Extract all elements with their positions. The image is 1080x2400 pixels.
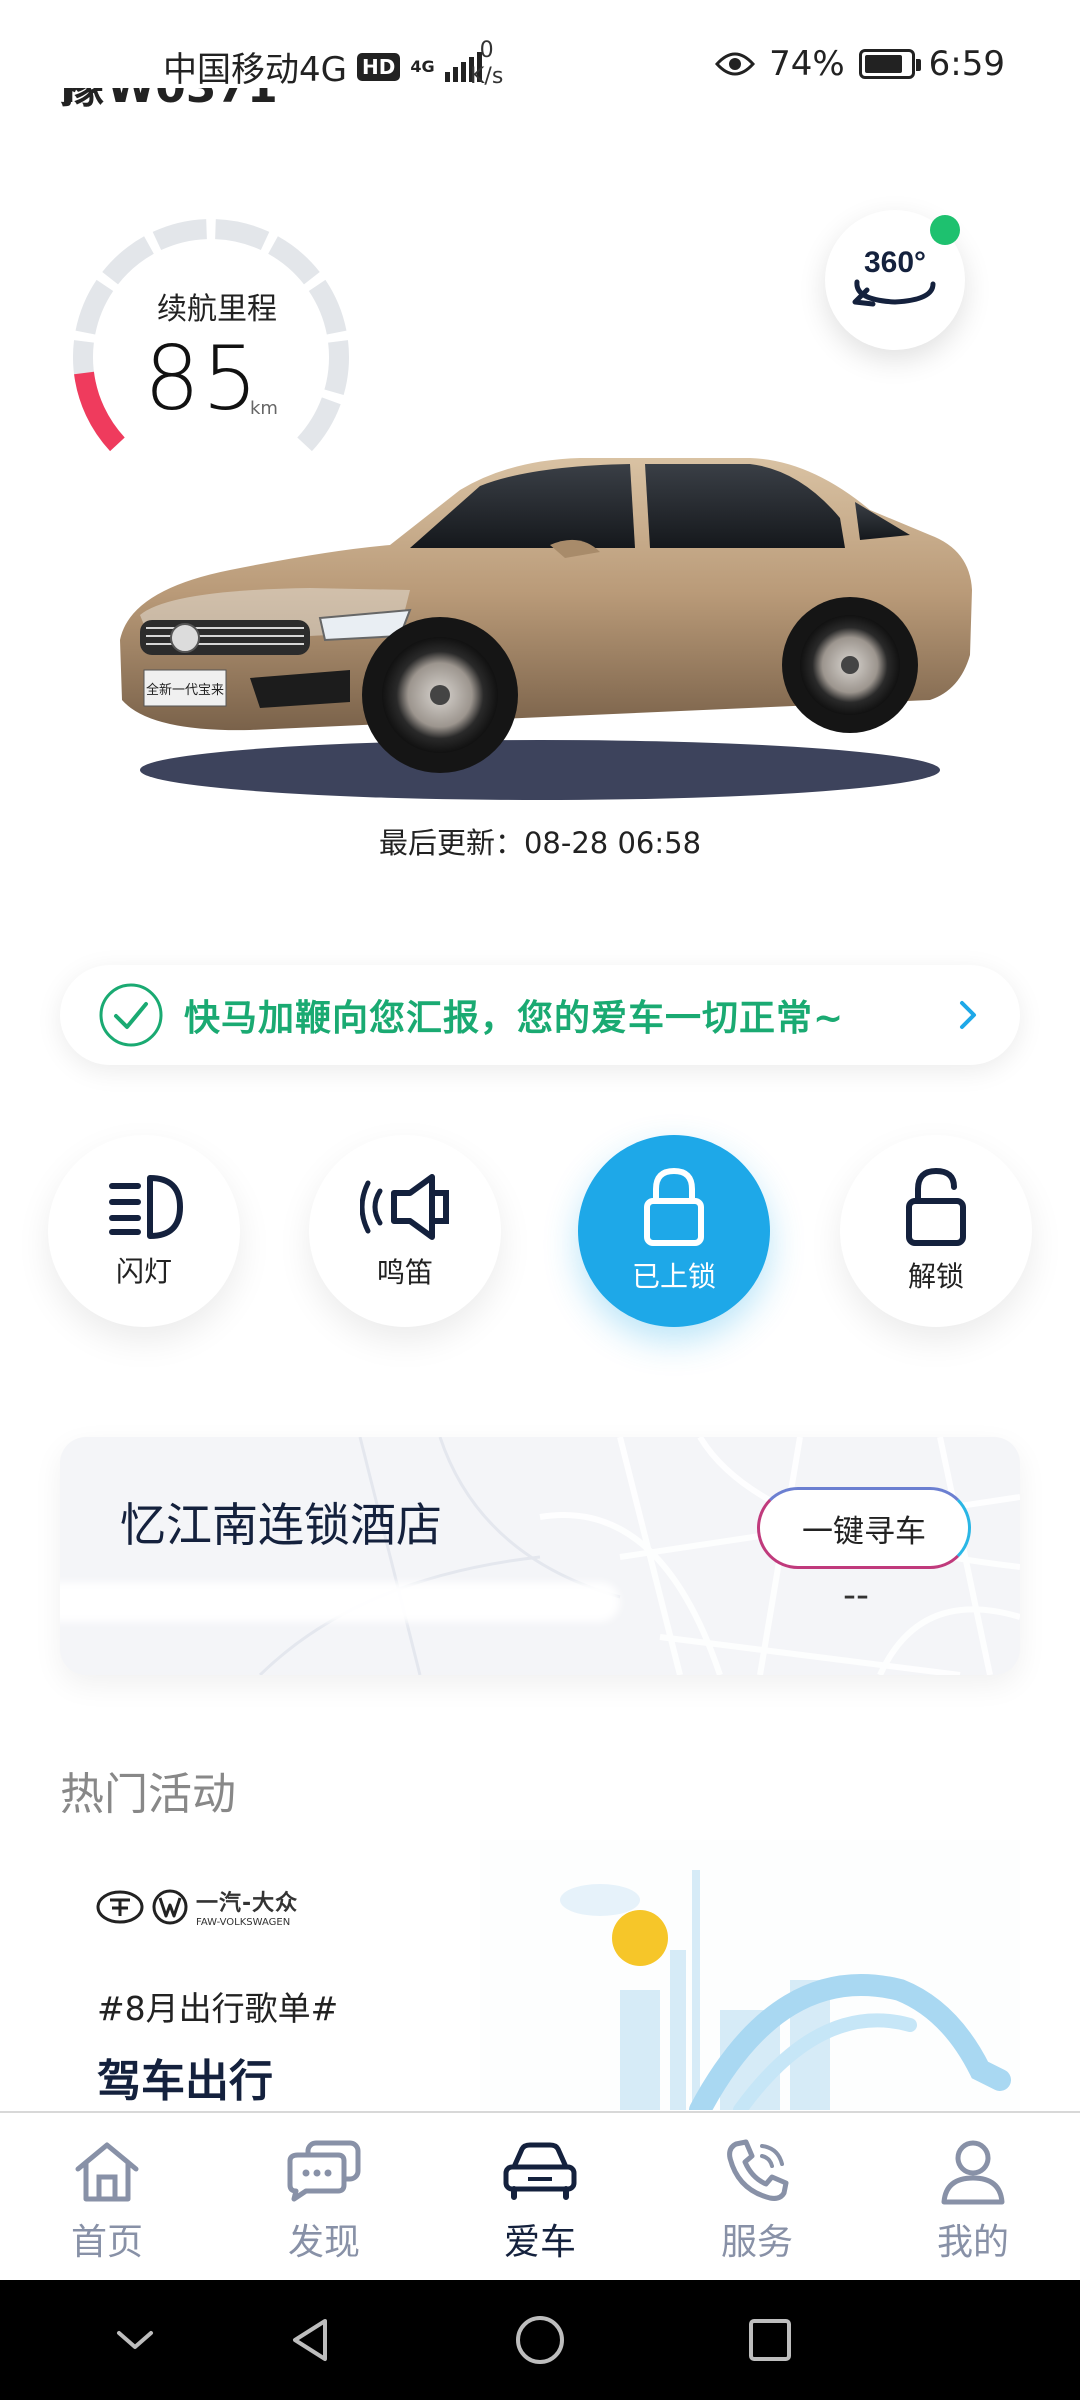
activity-tag: #8月出行歌单# [97, 1989, 339, 2028]
car-image: 全新一代宝来 [120, 458, 972, 800]
lock-label: 已上锁 [631, 1260, 716, 1293]
tab-my-car[interactable]: 爱车 [470, 2135, 610, 2265]
tab-my-car-label: 爱车 [503, 2222, 576, 2263]
tab-discover[interactable]: 发现 [254, 2135, 394, 2265]
tab-discover-label: 发现 [287, 2222, 360, 2263]
online-indicator-dot [930, 215, 960, 245]
car-location-card[interactable]: 忆江南连锁酒店 一键寻车 -- [60, 1437, 1020, 1675]
nav-recents-button[interactable] [740, 2310, 800, 2370]
brand-logo: 一汽-大众 FAW-VOLKSWAGEN [96, 1885, 298, 1928]
range-gauge-segment [102, 236, 155, 285]
eye-icon [715, 52, 756, 76]
range-gauge-segment [267, 236, 320, 285]
vw-logo-icon [152, 1889, 188, 1924]
tab-home[interactable]: 首页 [37, 2135, 177, 2265]
flash-lights-label: 闪灯 [115, 1255, 172, 1288]
range-gauge-segment [152, 219, 208, 251]
battery-icon [858, 49, 921, 79]
find-car-button[interactable]: 一键寻车 [757, 1487, 971, 1569]
hd-badge: HD [356, 52, 401, 81]
phone-service-icon [727, 2139, 789, 2201]
lock-open-icon [906, 1167, 966, 1246]
lock-button[interactable]: 已上锁 [578, 1135, 770, 1327]
tab-profile-label: 我的 [936, 2222, 1009, 2263]
brand-name: 一汽-大众 [196, 1891, 299, 1916]
system-navigation-bar [0, 2280, 1080, 2400]
range-unit: km [250, 398, 278, 419]
brand-sub: FAW-VOLKSWAGEN [196, 1917, 291, 1928]
tab-profile[interactable]: 我的 [903, 2135, 1043, 2265]
battery-percent: 74% [769, 44, 845, 84]
system-status: 74% 6:59 [715, 44, 1005, 84]
vehicle-status-report[interactable]: 快马加鞭向您汇报，您的爱车一切正常~ [60, 965, 1020, 1065]
profile-icon [941, 2140, 1005, 2205]
check-circle-icon [99, 983, 163, 1047]
unlock-label: 解锁 [907, 1260, 964, 1293]
horn-label: 鸣笛 [376, 1256, 433, 1289]
status-report-message: 快马加鞭向您汇报，您的爱车一切正常~ [184, 998, 845, 1039]
hot-activities-title: 热门活动 [60, 1769, 236, 1820]
lock-closed-icon [644, 1167, 704, 1246]
recents-square-icon [749, 2319, 791, 2361]
range-gauge-segment [324, 340, 349, 396]
flash-lights-button[interactable]: 闪灯 [48, 1135, 240, 1327]
activity-title: 驾车出行 [97, 2056, 273, 2107]
rotate-360-icon: 360° [852, 246, 936, 307]
faw-logo-icon [96, 1890, 144, 1923]
net-speed: 0 K/s [470, 38, 503, 90]
horn-button[interactable]: 鸣笛 [309, 1135, 501, 1327]
range-gauge-segment [297, 397, 341, 452]
report-pointer [168, 944, 208, 966]
headlight-icon [109, 1175, 183, 1239]
car-icon [503, 2142, 577, 2200]
discover-chat-icon [287, 2140, 361, 2202]
city-illustration [480, 1840, 1020, 2110]
car-distance: -- [843, 1575, 869, 1616]
address-redacted [60, 1582, 620, 1622]
range-value: 85 [144, 327, 260, 430]
view-360-label: 360° [864, 246, 926, 279]
tab-service[interactable]: 服务 [687, 2135, 827, 2265]
horn-icon [360, 1174, 449, 1240]
activity-banner[interactable]: 一汽-大众 FAW-VOLKSWAGEN #8月出行歌单# 驾车出行 [60, 1840, 1020, 2110]
nav-home-button[interactable] [510, 2310, 570, 2370]
range-gauge-fill [74, 371, 125, 452]
chevron-right-icon [960, 1001, 976, 1029]
nav-back-button[interactable] [280, 2310, 340, 2370]
home-icon [75, 2142, 139, 2202]
carrier-name: 中国移动4G [163, 50, 347, 90]
bottom-tab-bar: 首页 发现 爱车 服务 我的 [0, 2111, 1080, 2280]
last-update-time: 最后更新：08-28 06:58 [378, 826, 702, 860]
unlock-button[interactable]: 解锁 [840, 1135, 1032, 1327]
back-triangle-icon [293, 2319, 327, 2361]
home-circle-icon [516, 2316, 564, 2364]
nav-hide-button[interactable] [105, 2310, 165, 2370]
range-label: 续航里程 [157, 292, 277, 327]
car-image-plate-text: 全新一代宝来 [146, 682, 224, 698]
net-speed-unit: K/s [470, 64, 504, 89]
chevron-down-icon [117, 2331, 153, 2349]
clock: 6:59 [928, 44, 1005, 84]
net-speed-value: 0 [479, 38, 494, 63]
tab-home-label: 首页 [70, 2222, 143, 2263]
network-type: 4G [410, 56, 435, 76]
car-location-name: 忆江南连锁酒店 [120, 1498, 442, 1552]
carrier-info: 中国移动4G HD 4G [163, 42, 482, 91]
tab-service-label: 服务 [720, 2222, 793, 2263]
range-gauge-segment [214, 219, 270, 251]
license-plate: 豫F·W0371 [60, 88, 290, 118]
